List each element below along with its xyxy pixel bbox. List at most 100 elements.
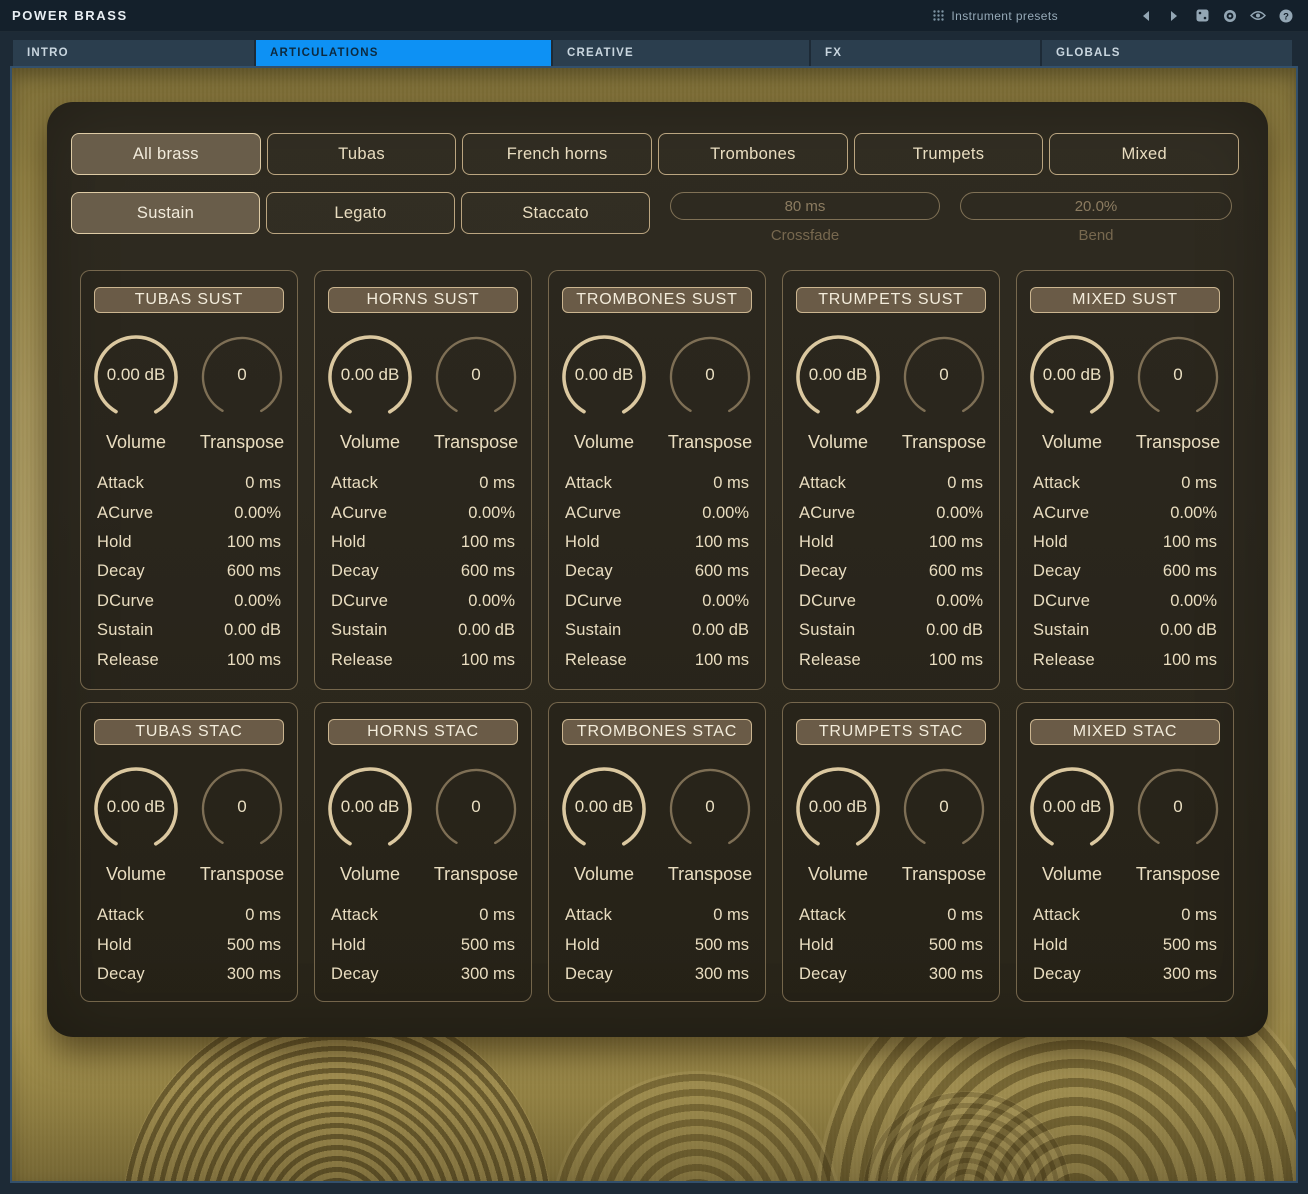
button-sustain[interactable]: Sustain [71,192,260,234]
button-staccato[interactable]: Staccato [461,192,650,234]
param-value[interactable]: 0.00 dB [692,621,749,640]
transpose-knob[interactable]: 0 Transpose [428,763,524,885]
param-value[interactable]: 0 ms [479,906,515,925]
param-value[interactable]: 0.00% [468,504,515,523]
param-value[interactable]: 100 ms [1163,533,1217,552]
transpose-knob[interactable]: 0 Transpose [896,331,992,453]
param-value[interactable]: 600 ms [461,562,515,581]
param-value[interactable]: 500 ms [695,936,749,955]
button-french-horns[interactable]: French horns [462,133,652,175]
param-value[interactable]: 500 ms [929,936,983,955]
tab-articulations[interactable]: ARTICULATIONS [256,40,551,66]
param-value[interactable]: 600 ms [1163,562,1217,581]
param-value[interactable]: 0 ms [245,474,281,493]
param-value[interactable]: 100 ms [461,533,515,552]
param-value[interactable]: 0 ms [713,906,749,925]
transpose-knob[interactable]: 0 Transpose [1130,331,1226,453]
param-value[interactable]: 0.00 dB [458,621,515,640]
tab-fx[interactable]: FX [811,40,1040,66]
param-value[interactable]: 0 ms [947,474,983,493]
next-preset-icon[interactable] [1164,6,1184,26]
transpose-dial[interactable]: 0 [898,331,990,423]
param-value[interactable]: 0 ms [1181,906,1217,925]
param-value[interactable]: 0.00% [1170,504,1217,523]
param-value[interactable]: 100 ms [1163,651,1217,670]
volume-knob[interactable]: 0.00 dB Volume [1024,763,1120,885]
param-value[interactable]: 100 ms [695,533,749,552]
param-value[interactable]: 100 ms [929,651,983,670]
param-value[interactable]: 0.00% [234,592,281,611]
volume-knob[interactable]: 0.00 dB Volume [322,331,418,453]
transpose-dial[interactable]: 0 [1132,763,1224,855]
volume-dial[interactable]: 0.00 dB [324,331,416,423]
button-mixed[interactable]: Mixed [1049,133,1239,175]
tab-globals[interactable]: GLOBALS [1042,40,1292,66]
volume-dial[interactable]: 0.00 dB [324,763,416,855]
volume-knob[interactable]: 0.00 dB Volume [1024,331,1120,453]
param-value[interactable]: 0 ms [947,906,983,925]
param-value[interactable]: 300 ms [1163,965,1217,984]
param-value[interactable]: 0.00% [234,504,281,523]
volume-knob[interactable]: 0.00 dB Volume [790,763,886,885]
tab-creative[interactable]: CREATIVE [553,40,809,66]
param-value[interactable]: 100 ms [929,533,983,552]
param-value[interactable]: 500 ms [461,936,515,955]
eye-icon[interactable] [1248,6,1268,26]
volume-knob[interactable]: 0.00 dB Volume [790,331,886,453]
transpose-dial[interactable]: 0 [898,763,990,855]
control-value[interactable]: 80 ms [670,192,940,220]
help-icon[interactable]: ? [1276,6,1296,26]
param-value[interactable]: 0.00% [468,592,515,611]
control-value[interactable]: 20.0% [960,192,1232,220]
param-value[interactable]: 0.00% [702,504,749,523]
param-value[interactable]: 0.00% [702,592,749,611]
button-trombones[interactable]: Trombones [658,133,848,175]
param-value[interactable]: 0 ms [479,474,515,493]
target-icon[interactable] [1220,6,1240,26]
param-value[interactable]: 600 ms [227,562,281,581]
param-value[interactable]: 100 ms [227,651,281,670]
transpose-knob[interactable]: 0 Transpose [1130,763,1226,885]
transpose-knob[interactable]: 0 Transpose [662,331,758,453]
transpose-dial[interactable]: 0 [196,763,288,855]
volume-dial[interactable]: 0.00 dB [558,331,650,423]
volume-dial[interactable]: 0.00 dB [1026,331,1118,423]
button-tubas[interactable]: Tubas [267,133,457,175]
param-value[interactable]: 600 ms [929,562,983,581]
param-value[interactable]: 0.00 dB [1160,621,1217,640]
volume-dial[interactable]: 0.00 dB [792,763,884,855]
volume-dial[interactable]: 0.00 dB [90,331,182,423]
transpose-dial[interactable]: 0 [1132,331,1224,423]
transpose-knob[interactable]: 0 Transpose [194,331,290,453]
transpose-knob[interactable]: 0 Transpose [194,763,290,885]
prev-preset-icon[interactable] [1136,6,1156,26]
param-value[interactable]: 300 ms [695,965,749,984]
transpose-dial[interactable]: 0 [430,763,522,855]
button-trumpets[interactable]: Trumpets [854,133,1044,175]
volume-knob[interactable]: 0.00 dB Volume [556,763,652,885]
transpose-knob[interactable]: 0 Transpose [896,763,992,885]
volume-dial[interactable]: 0.00 dB [558,763,650,855]
param-value[interactable]: 500 ms [227,936,281,955]
transpose-knob[interactable]: 0 Transpose [428,331,524,453]
button-legato[interactable]: Legato [266,192,455,234]
button-all-brass[interactable]: All brass [71,133,261,175]
param-value[interactable]: 0.00% [936,592,983,611]
transpose-dial[interactable]: 0 [664,331,756,423]
param-value[interactable]: 300 ms [227,965,281,984]
volume-knob[interactable]: 0.00 dB Volume [556,331,652,453]
param-value[interactable]: 100 ms [227,533,281,552]
transpose-dial[interactable]: 0 [196,331,288,423]
volume-dial[interactable]: 0.00 dB [90,763,182,855]
volume-dial[interactable]: 0.00 dB [792,331,884,423]
transpose-knob[interactable]: 0 Transpose [662,763,758,885]
transpose-dial[interactable]: 0 [664,763,756,855]
param-value[interactable]: 300 ms [461,965,515,984]
transpose-dial[interactable]: 0 [430,331,522,423]
instrument-presets-button[interactable]: Instrument presets [932,9,1058,23]
param-value[interactable]: 0.00 dB [926,621,983,640]
param-value[interactable]: 0 ms [245,906,281,925]
param-value[interactable]: 500 ms [1163,936,1217,955]
bend-control[interactable]: 20.0% Bend [960,192,1232,244]
param-value[interactable]: 600 ms [695,562,749,581]
